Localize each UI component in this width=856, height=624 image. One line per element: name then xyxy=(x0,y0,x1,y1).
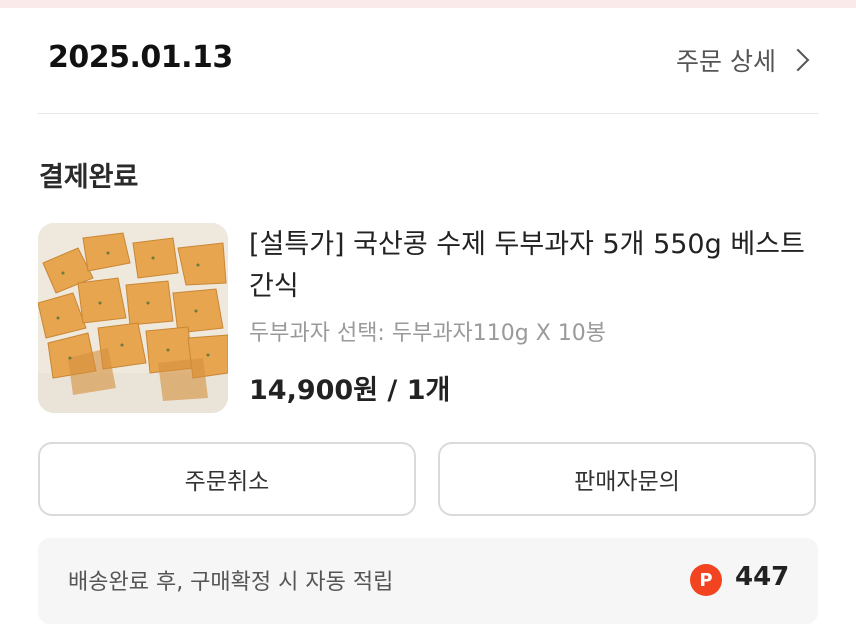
points-note: 배송완료 후, 구매확정 시 자동 적립 xyxy=(68,570,394,595)
cancel-order-button[interactable]: 주문취소 xyxy=(38,442,416,516)
top-strip xyxy=(0,0,856,8)
order-detail-label: 주문 상세 xyxy=(676,47,776,76)
divider xyxy=(38,113,818,114)
seller-inquiry-button[interactable]: 판매자문의 xyxy=(438,442,816,516)
points-p-icon: P xyxy=(690,564,722,596)
chevron-right-icon xyxy=(786,48,810,72)
product-title[interactable]: [설특가] 국산콩 수제 두부과자 5개 550g 베스트 간식 xyxy=(249,224,809,308)
product-price: 14,900원 / 1개 xyxy=(249,375,451,406)
points-value: 447 xyxy=(735,562,790,592)
order-status: 결제완료 xyxy=(39,162,139,193)
product-thumbnail[interactable] xyxy=(38,223,228,413)
product-option: 두부과자 선택: 두부과자110g X 10봉 xyxy=(249,321,607,346)
points-panel: 배송완료 후, 구매확정 시 자동 적립 P 447 xyxy=(38,538,818,624)
tofu-snack-photo-icon xyxy=(38,223,228,413)
order-detail-link[interactable]: 주문 상세 xyxy=(676,42,812,78)
order-date: 2025.01.13 xyxy=(48,40,233,75)
